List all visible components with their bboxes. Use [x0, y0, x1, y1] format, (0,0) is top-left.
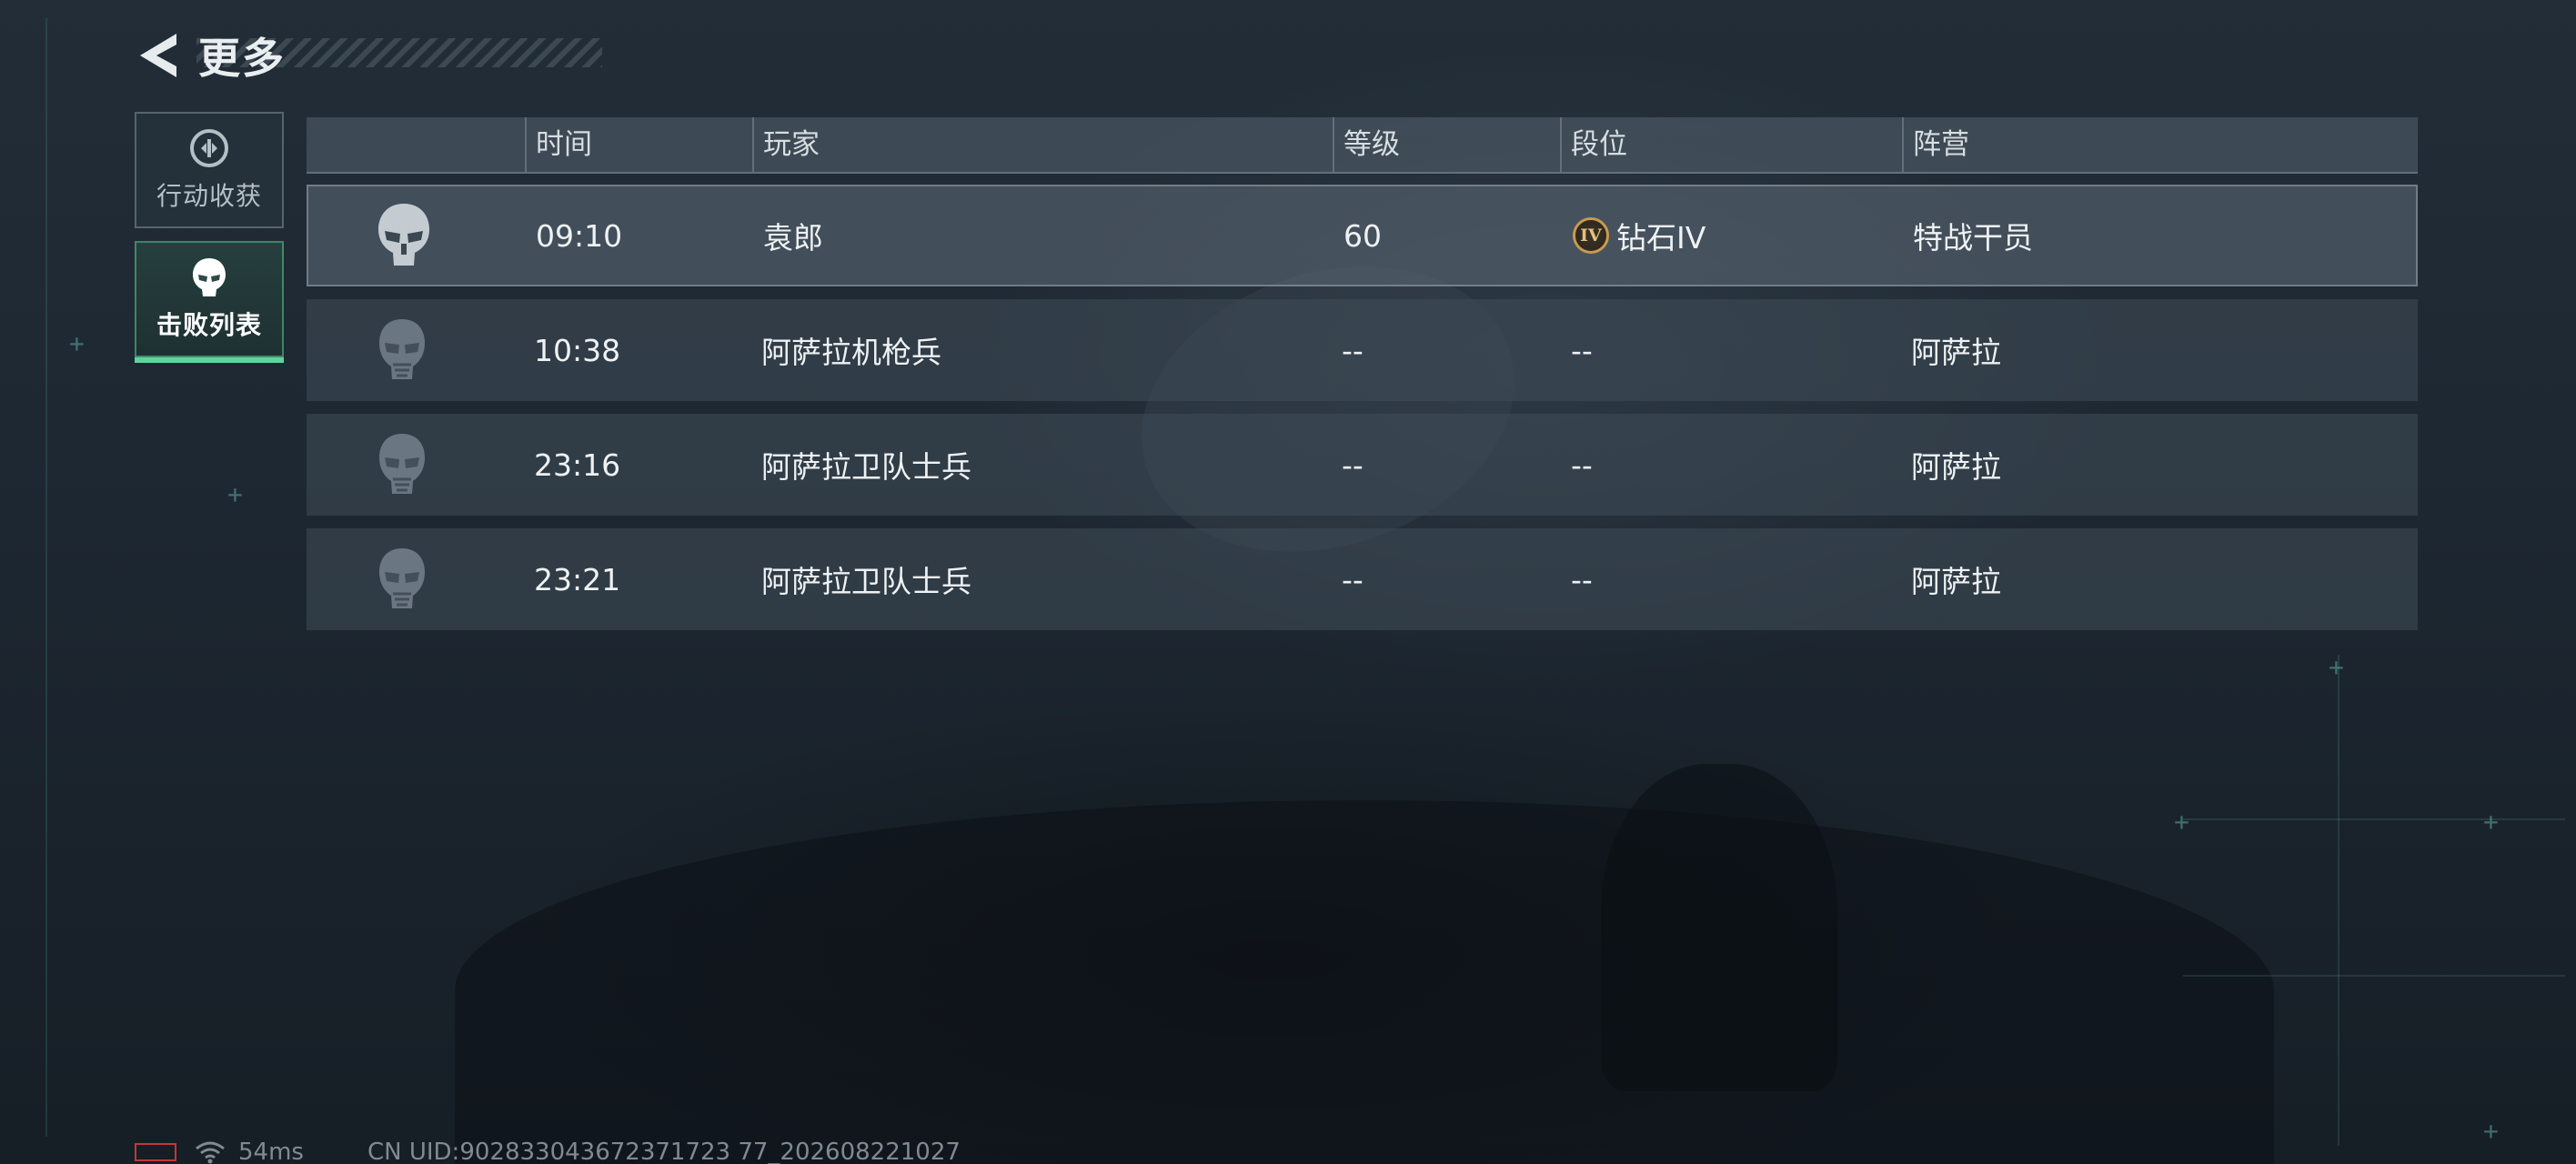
background-grid-line	[2183, 818, 2565, 820]
row-faction: 阿萨拉	[1911, 449, 2001, 485]
row-avatar	[363, 186, 445, 285]
crosshair-mark: +	[227, 479, 243, 509]
back-chevron-icon	[140, 34, 176, 77]
row-player: 阿萨拉卫队士兵	[761, 564, 971, 599]
enemy-mask-icon	[379, 319, 425, 379]
column-header-faction: 阵营	[1902, 117, 2418, 172]
table-row[interactable]: 10:38 阿萨拉机枪兵 -- -- 阿萨拉	[307, 299, 2418, 401]
screen: + + + + + + 更多 行动收获 击败列表 时间 玩家 等级 段位 阵营 …	[0, 0, 2576, 1164]
skull-mask-icon	[193, 258, 226, 296]
row-time: 10:38	[534, 332, 621, 368]
row-avatar	[361, 299, 443, 401]
row-rank: IV 钻石IV	[1573, 186, 1706, 285]
page-title: 更多	[198, 34, 286, 83]
row-time: 09:10	[536, 217, 623, 254]
battery-icon	[135, 1143, 176, 1161]
table-header: 时间 玩家 等级 段位 阵营	[307, 117, 2418, 174]
user-uid: CN UID:902833043672371723 77_20260822102…	[367, 1139, 961, 1164]
enemy-mask-icon	[379, 434, 425, 494]
tab-operation-loot[interactable]: 行动收获	[135, 112, 284, 228]
row-level: --	[1342, 561, 1363, 597]
row-time: 23:21	[534, 561, 621, 597]
background-terrain	[455, 800, 2274, 1164]
crosshair-mark: +	[2329, 652, 2344, 682]
row-time: 23:16	[534, 447, 621, 483]
table-row[interactable]: 23:21 阿萨拉卫队士兵 -- -- 阿萨拉	[307, 528, 2418, 630]
operator-skull-icon	[378, 204, 429, 266]
row-player: 阿萨拉机枪兵	[761, 335, 941, 370]
column-header-time: 时间	[525, 117, 752, 172]
crosshair-mark: +	[69, 328, 85, 358]
crosshair-mark: +	[2174, 807, 2189, 837]
table-row[interactable]: 23:16 阿萨拉卫队士兵 -- -- 阿萨拉	[307, 414, 2418, 516]
row-level: 60	[1343, 217, 1382, 254]
row-rank-label: 钻石IV	[1616, 220, 1706, 256]
row-avatar	[361, 528, 443, 630]
row-rank: --	[1571, 447, 1593, 483]
tab-operation-loot-label: 行动收获	[156, 181, 262, 211]
back-button[interactable]	[133, 28, 184, 83]
row-rank: --	[1571, 332, 1593, 368]
column-header-rank: 段位	[1560, 117, 1902, 172]
background-grid-line	[45, 18, 47, 1137]
ping-readout: 54ms	[238, 1139, 304, 1164]
background-grid-line	[2338, 655, 2340, 1146]
row-level: --	[1342, 332, 1363, 368]
crosshair-mark: +	[2483, 807, 2499, 837]
column-header-level: 等级	[1333, 117, 1560, 172]
loot-icon	[190, 129, 228, 167]
diamond-rank-badge-icon: IV	[1573, 217, 1609, 254]
background-soldier-silhouette	[1601, 764, 1837, 1091]
wifi-icon	[196, 1141, 225, 1164]
page-header: 更多	[133, 25, 286, 85]
row-faction: 特战干员	[1913, 220, 2033, 256]
defeat-table: 时间 玩家 等级 段位 阵营 09:10 袁郎 60 IV 钻石IV 特战干员	[307, 117, 2418, 630]
row-rank: --	[1571, 561, 1593, 597]
column-header-avatar	[307, 117, 525, 172]
row-player: 袁郎	[763, 220, 823, 256]
table-row[interactable]: 09:10 袁郎 60 IV 钻石IV 特战干员	[307, 185, 2418, 286]
enemy-mask-icon	[379, 548, 425, 608]
row-avatar	[361, 414, 443, 516]
row-faction: 阿萨拉	[1911, 564, 2001, 599]
tab-defeat-list-label: 击败列表	[156, 310, 262, 340]
row-player: 阿萨拉卫队士兵	[761, 449, 971, 485]
row-faction: 阿萨拉	[1911, 335, 2001, 370]
crosshair-mark: +	[2483, 1116, 2499, 1146]
row-level: --	[1342, 447, 1363, 483]
status-bar: 54ms CN UID:902833043672371723 77_202608…	[135, 1139, 961, 1164]
tab-defeat-list[interactable]: 击败列表	[135, 241, 284, 363]
column-header-player: 玩家	[752, 117, 1333, 172]
background-grid-line	[2183, 975, 2565, 977]
